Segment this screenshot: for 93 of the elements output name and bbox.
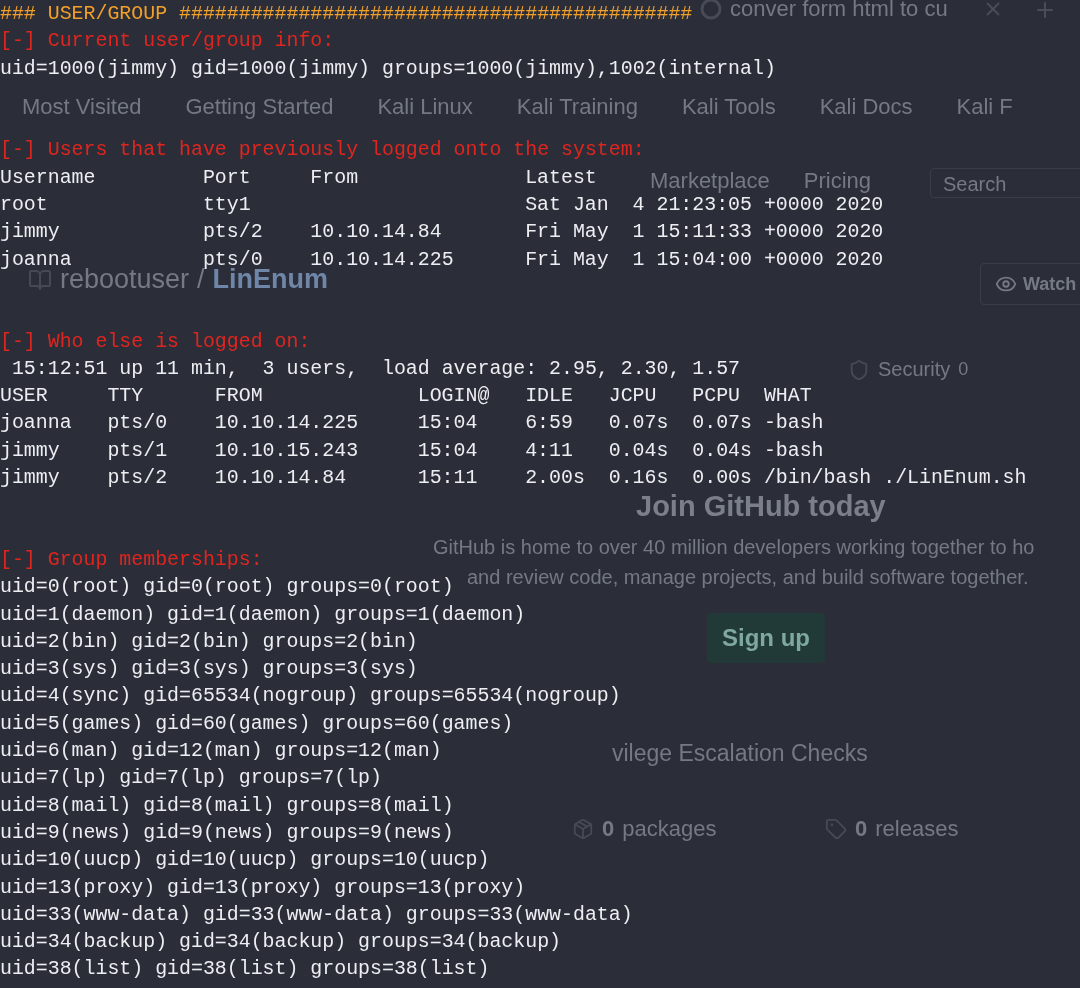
column-header: WHAT [763, 384, 812, 408]
table-cell: jimmy [0, 220, 60, 244]
output-line: uid=2(bin) gid=2(bin) groups=2(bin) [0, 629, 418, 653]
join-title: Join GitHub today [636, 490, 886, 523]
output-line: uid=8(mail) gid=8(mail) groups=8(mail) [0, 793, 454, 817]
bookmark-item[interactable]: Kali Docs [819, 94, 913, 120]
sign-up-button[interactable]: Sign up [707, 613, 825, 663]
table-cell: /bin/bash ./LinEnum.sh [763, 466, 1027, 490]
watch-button[interactable]: Watch [980, 263, 1080, 305]
bookmark-item[interactable]: Kali Training [516, 94, 638, 120]
banner-text: ### USER/GROUP ########################################### [0, 2, 693, 25]
bookmark-item[interactable]: Kali Tools [681, 94, 776, 120]
table-cell: pts/1 [107, 438, 168, 462]
table-cell: 10.10.14.84 [310, 220, 442, 244]
output-line: 15:12:51 up 11 min, 3 users, load average: 2.95, 2.30, 1.57 [10, 356, 741, 380]
column-header: LOGIN@ [417, 384, 490, 408]
column-header: PCPU [692, 384, 740, 408]
table-cell: 10.10.14.84 [214, 466, 347, 490]
table-cell: 0.16s [608, 466, 669, 490]
table-cell: pts/0 [107, 411, 168, 435]
output-line: uid=38(list) gid=38(list) groups=38(list) [0, 957, 490, 981]
table-cell: jimmy [0, 466, 60, 490]
section-heading: [-] Users that have previously logged onto the system: [0, 138, 645, 162]
section-heading: [-] Group memberships: [0, 547, 263, 571]
path-separator: / [197, 264, 205, 295]
section-heading: [-] Current user/group info: [0, 29, 335, 53]
output-line: uid=1000(jimmy) gid=1000(jimmy) groups=1000(jimmy),1002(internal) [0, 56, 776, 80]
bookmark-item[interactable]: Most Visited [22, 94, 142, 120]
column-header: Port [202, 165, 251, 189]
column-header: FROM [214, 384, 263, 408]
tag-icon [825, 818, 847, 840]
table-cell: tty1 [202, 193, 251, 217]
nav-link[interactable]: Pricing [803, 168, 872, 194]
table-cell: 15:04 [417, 411, 478, 435]
table-cell: 4:11 [525, 438, 573, 462]
output-line: uid=7(lp) gid=7(lp) groups=7(lp) [0, 766, 382, 790]
nav-link[interactable]: Marketplace [650, 168, 770, 194]
table-cell: 10.10.14.225 [214, 411, 359, 435]
table-cell: 0.04s [608, 438, 669, 462]
table-cell: -bash [763, 411, 824, 435]
output-line: uid=4(sync) gid=65534(nogroup) groups=65534(nogroup) [0, 684, 621, 708]
table-cell: 0.00s [692, 466, 752, 490]
output-line: uid=6(man) gid=12(man) groups=12(man) [0, 739, 442, 762]
table-cell: 0.04s [692, 438, 752, 462]
table-cell: Fri May 1 15:04:00 +0000 2020 [525, 247, 884, 271]
bookmark-item[interactable]: Kali F [956, 94, 1013, 120]
table-cell: 6:59 [525, 411, 573, 435]
tab-title[interactable]: conver form html to cu [730, 0, 948, 22]
join-text: and review code, manage projects, and build software together. [467, 566, 1029, 589]
stat-count: 0 [602, 816, 615, 842]
column-header: TTY [107, 384, 144, 408]
column-header: Latest [525, 165, 597, 189]
bookmark-item[interactable]: Kali Linux [377, 94, 473, 120]
output-line: uid=1(daemon) gid=1(daemon) groups=1(daemon) [0, 602, 526, 626]
table-cell: root [0, 193, 48, 217]
table-cell: pts/2 [107, 466, 168, 490]
output-line: uid=5(games) gid=60(games) groups=60(games) [0, 711, 514, 735]
table-cell: -bash [763, 438, 824, 462]
output-line: uid=3(sys) gid=3(sys) groups=3(sys) [0, 657, 418, 681]
table-cell: Sat Jan 4 21:23:05 +0000 2020 [525, 193, 884, 217]
column-header: USER [0, 384, 48, 408]
table-cell: 10.10.15.243 [214, 438, 359, 462]
table-cell: 2.00s [525, 466, 585, 490]
join-text: GitHub is home to over 40 million developers working together to ho [433, 536, 1035, 559]
table-cell: joanna [0, 411, 72, 435]
stat-label[interactable]: releases [875, 816, 959, 842]
search-field[interactable]: Search [930, 168, 1080, 198]
table-cell: 15:11 [417, 466, 478, 490]
output-line: uid=10(uucp) gid=10(uucp) groups=10(uucp) [0, 848, 490, 872]
column-header: IDLE [525, 384, 573, 408]
output-line: uid=0(root) gid=0(root) groups=0(root) [0, 575, 454, 599]
output-line: uid=9(news) gid=9(news) groups=9(news) [0, 820, 454, 844]
column-header: Username [0, 165, 96, 189]
table-cell: Fri May 1 15:11:33 +0000 2020 [525, 220, 884, 244]
output-line: uid=33(www-data) gid=33(www-data) groups=33(www-data) [0, 902, 633, 926]
column-header: JCPU [608, 384, 657, 408]
security-count: 0 [958, 359, 969, 380]
column-header: From [310, 165, 359, 189]
security-tab[interactable]: Security [878, 358, 951, 381]
bookmark-item[interactable]: Getting Started [185, 94, 334, 120]
repo-description: vilege Escalation Checks [612, 740, 868, 767]
output-line: uid=34(backup) gid=34(backup) groups=34(backup) [0, 930, 561, 954]
output-line: uid=13(proxy) gid=13(proxy) groups=13(proxy) [0, 875, 526, 899]
table-cell: pts/2 [202, 220, 263, 244]
shield-icon [848, 358, 870, 381]
table-cell: 0.07s [608, 411, 669, 435]
table-cell: 0.07s [692, 411, 752, 435]
stat-count: 0 [855, 816, 868, 842]
stat-label[interactable]: packages [622, 816, 717, 842]
section-heading: [-] Who else is logged on: [0, 329, 311, 353]
table-cell: 15:04 [417, 438, 478, 462]
package-icon [572, 818, 594, 840]
table-cell: jimmy [0, 438, 60, 462]
